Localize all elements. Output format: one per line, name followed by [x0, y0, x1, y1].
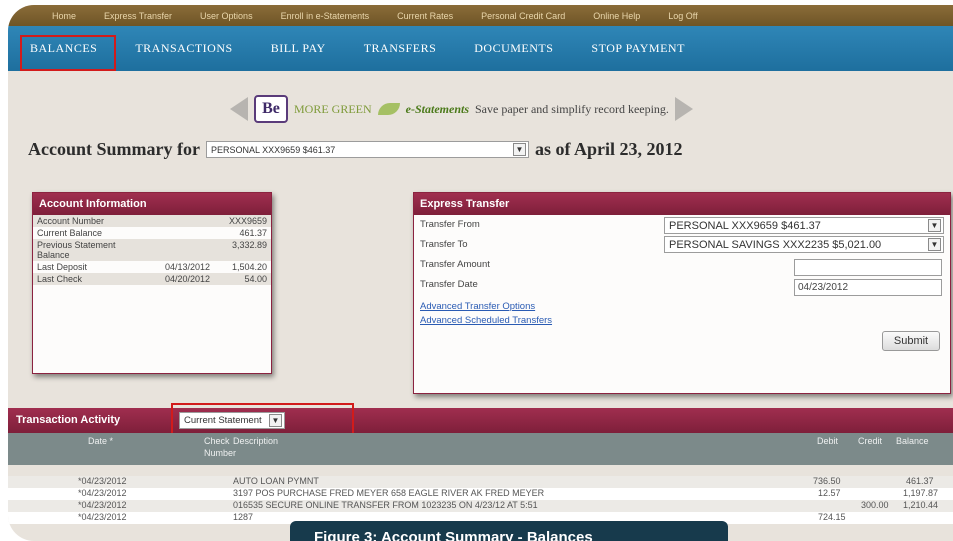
table-row[interactable]: *04/23/2012 016535 SECURE ONLINE TRANSFE… — [8, 500, 953, 512]
col-check-number: Number — [204, 448, 237, 458]
advanced-transfer-options-link[interactable]: Advanced Transfer Options — [420, 301, 535, 312]
tab-documents[interactable]: DOCUMENTS — [474, 41, 553, 56]
account-info-row: Current Balance 461.37 — [33, 227, 271, 239]
estatements-banner[interactable]: Be MORE GREEN e-Statements Save paper an… — [230, 95, 693, 123]
account-info-date — [137, 240, 229, 260]
account-info-label: Previous Statement Balance — [37, 240, 116, 260]
top-nav: Home Express Transfer User Options Enrol… — [8, 5, 953, 26]
account-info-value: 1,504.20 — [231, 262, 267, 272]
banner-text: Save paper and simplify record keeping. — [475, 101, 669, 116]
row-debit: 724.15 — [818, 512, 846, 522]
transfer-amount-label: Transfer Amount — [420, 259, 490, 270]
be-logo: Be — [254, 95, 288, 123]
transfer-to-value: PERSONAL SAVINGS XXX2235 $5,021.00 — [669, 238, 882, 251]
account-info-date: 04/13/2012 — [165, 262, 211, 272]
account-info-date — [165, 228, 229, 238]
banner-next-arrow-icon[interactable] — [674, 97, 693, 121]
account-info-date — [165, 216, 229, 226]
row-date: *04/23/2012 — [78, 512, 127, 522]
top-nav-log-off[interactable]: Log Off — [668, 11, 697, 21]
transfer-date-input[interactable]: 04/23/2012 — [794, 279, 942, 296]
row-balance: 1,210.44 — [903, 500, 939, 510]
row-description: 3197 POS PURCHASE FRED MEYER 658 EAGLE R… — [233, 488, 545, 498]
tab-stop-payment[interactable]: STOP PAYMENT — [591, 41, 684, 56]
account-info-row: Account Number XXX9659 — [33, 215, 271, 227]
account-select[interactable]: PERSONAL XXX9659 $461.37 ▼ — [205, 141, 529, 158]
account-summary-header: Account Summary for PERSONAL XXX9659 $46… — [28, 139, 683, 160]
top-nav-online-help[interactable]: Online Help — [593, 11, 640, 21]
account-information-title: Account Information — [33, 193, 271, 215]
transfer-amount-input[interactable] — [794, 259, 942, 276]
transaction-column-headers: Date * Check Number Description Debit Cr… — [8, 433, 953, 465]
col-date[interactable]: Date * — [88, 436, 113, 446]
account-info-label: Last Deposit — [37, 262, 88, 272]
transfer-to-label: Transfer To — [420, 239, 468, 250]
col-description: Description — [233, 436, 279, 446]
account-information-panel: Account Information Account Number XXX96… — [32, 192, 272, 374]
banner-estatements: e-Statements — [405, 101, 469, 116]
account-info-label: Last Check — [37, 274, 83, 284]
account-info-value: 54.00 — [244, 274, 267, 284]
table-row[interactable]: *04/23/2012 3197 POS PURCHASE FRED MEYER… — [8, 488, 953, 500]
table-row[interactable]: *04/23/2012 AUTO LOAN PYMNT 736.50 461.3… — [8, 476, 953, 488]
tab-transactions[interactable]: TRANSACTIONS — [135, 41, 232, 56]
account-info-value: XXX9659 — [228, 216, 267, 226]
row-date: *04/23/2012 — [78, 476, 127, 486]
banner-prev-arrow-icon[interactable] — [230, 97, 248, 121]
tab-transfers[interactable]: TRANSFERS — [364, 41, 437, 56]
row-description: 1287 — [233, 512, 254, 522]
row-balance: 1,197.87 — [903, 488, 939, 498]
express-transfer-title: Express Transfer — [414, 193, 950, 215]
transfer-from-select[interactable]: PERSONAL XXX9659 $461.37 ▼ — [664, 217, 944, 234]
top-nav-current-rates[interactable]: Current Rates — [397, 11, 453, 21]
transfer-date-label: Transfer Date — [420, 279, 478, 290]
submit-button[interactable]: Submit — [882, 331, 940, 351]
transaction-activity-title: Transaction Activity — [16, 414, 121, 426]
advanced-scheduled-transfers-link[interactable]: Advanced Scheduled Transfers — [420, 315, 552, 326]
express-transfer-panel: Express Transfer Transfer From PERSONAL … — [413, 192, 951, 394]
top-nav-express-transfer[interactable]: Express Transfer — [104, 11, 172, 21]
account-info-row: Previous Statement Balance 3,332.89 — [33, 239, 271, 261]
col-balance: Balance — [896, 436, 929, 446]
col-debit: Debit — [817, 436, 839, 446]
row-date: *04/23/2012 — [78, 500, 127, 510]
transaction-activity-header: Transaction Activity Current Statement ▼ — [8, 408, 953, 433]
row-debit: 736.50 — [813, 476, 841, 486]
account-select-value: PERSONAL XXX9659 $461.37 — [210, 144, 336, 155]
top-nav-home[interactable]: Home — [52, 11, 76, 21]
chevron-down-icon[interactable]: ▼ — [928, 238, 941, 251]
leaf-icon — [377, 103, 400, 115]
main-nav: BALANCES TRANSACTIONS BILL PAY TRANSFERS… — [8, 26, 953, 71]
as-of-date: as of April 23, 2012 — [534, 139, 683, 159]
top-nav-credit-card[interactable]: Personal Credit Card — [481, 11, 565, 21]
account-info-label: Current Balance — [37, 228, 103, 238]
row-description: AUTO LOAN PYMNT — [233, 476, 319, 486]
col-check: Check — [204, 436, 230, 446]
row-date: *04/23/2012 — [78, 488, 127, 498]
account-info-value: 3,332.89 — [231, 240, 267, 250]
transfer-to-select[interactable]: PERSONAL SAVINGS XXX2235 $5,021.00 ▼ — [664, 236, 944, 253]
figure-caption: Figure 3: Account Summary - Balances — [290, 521, 728, 541]
account-info-row: Last Check 04/20/2012 54.00 — [33, 273, 271, 285]
account-info-date: 04/20/2012 — [165, 274, 211, 284]
row-description: 016535 SECURE ONLINE TRANSFER FROM 10232… — [233, 500, 538, 510]
tab-bill-pay[interactable]: BILL PAY — [271, 41, 326, 56]
browser-frame: Home Express Transfer User Options Enrol… — [8, 5, 953, 541]
account-info-label: Account Number — [37, 216, 105, 226]
transfer-from-value: PERSONAL XXX9659 $461.37 — [669, 219, 821, 232]
row-balance: 461.37 — [906, 476, 934, 486]
row-debit: 12.57 — [818, 488, 841, 498]
account-summary-title: Account Summary for — [28, 139, 200, 159]
top-nav-user-options[interactable]: User Options — [200, 11, 253, 21]
account-info-row: Last Deposit 04/13/2012 1,504.20 — [33, 261, 271, 273]
top-nav-enroll-estatements[interactable]: Enroll in e-Statements — [281, 11, 370, 21]
transfer-from-label: Transfer From — [420, 219, 480, 230]
chevron-down-icon[interactable]: ▼ — [512, 143, 526, 156]
row-credit: 300.00 — [861, 500, 889, 510]
account-info-value: 461.37 — [239, 228, 267, 238]
balances-highlight-box — [20, 35, 116, 71]
banner-more-green: MORE GREEN — [294, 101, 372, 116]
chevron-down-icon[interactable]: ▼ — [928, 219, 941, 232]
col-credit: Credit — [858, 436, 883, 446]
